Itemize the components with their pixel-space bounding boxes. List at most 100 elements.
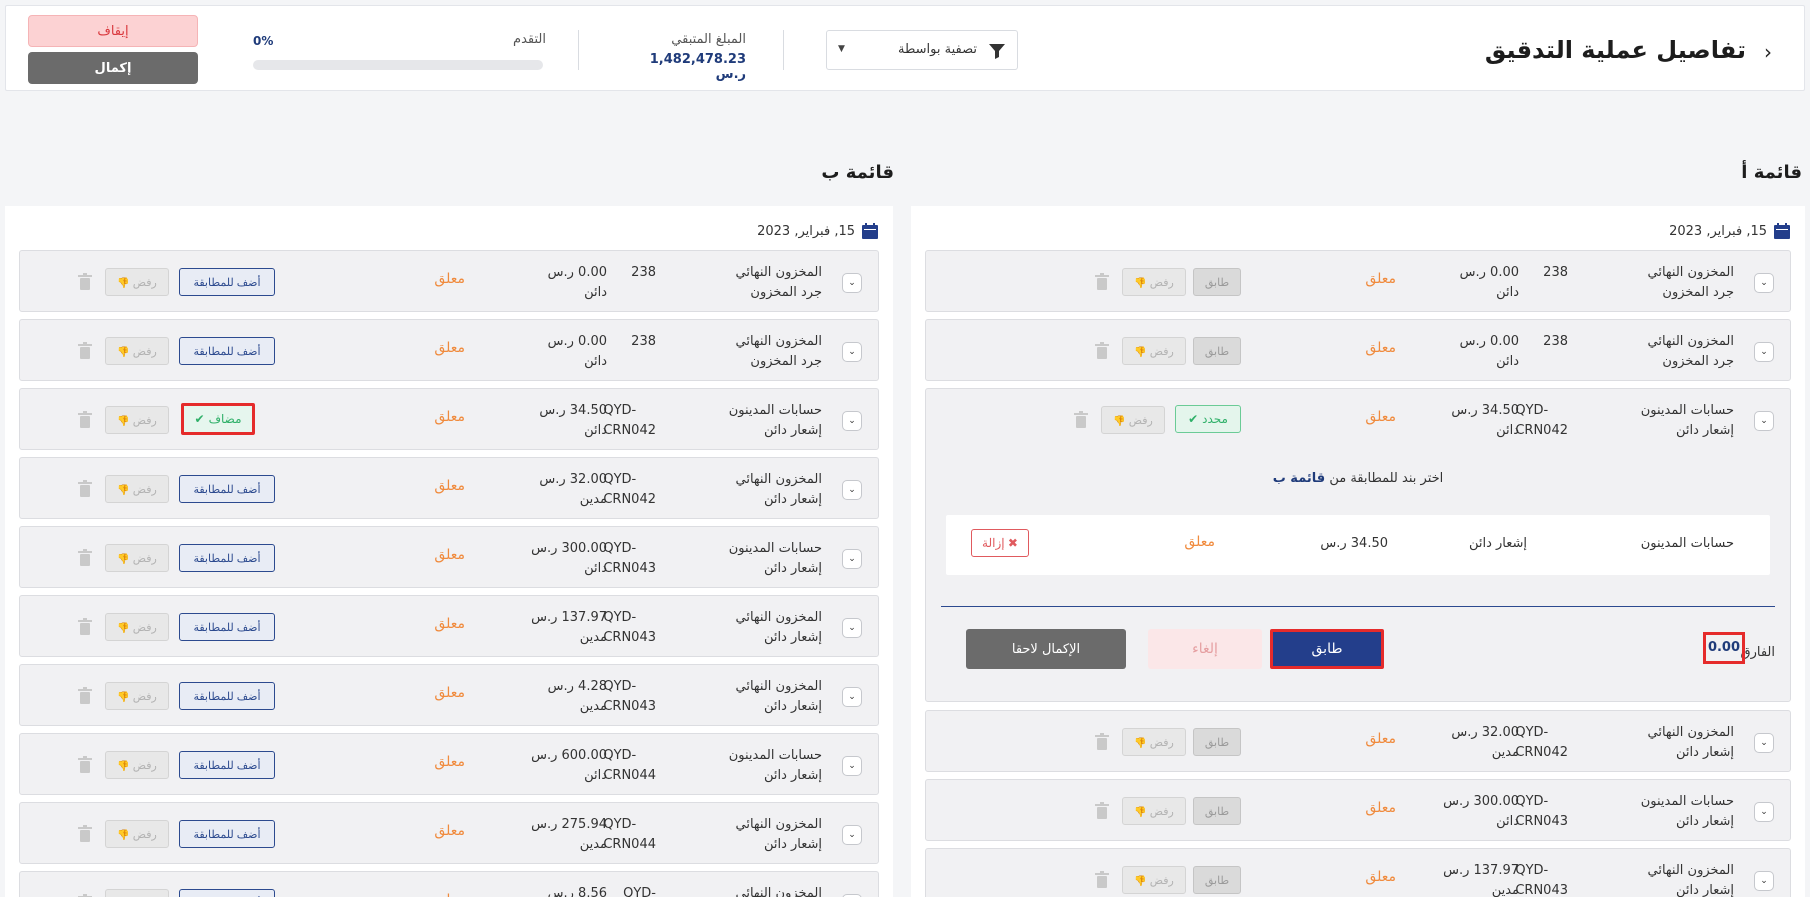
trash-icon[interactable] [1094,733,1110,751]
list-a-row: ⌄ المخزون النهائي جرد المخزون 238 0.00 ر.س دا… [925,319,1791,381]
match-button[interactable]: طابق [1193,268,1241,296]
reference-cell: 238 [1543,334,1568,349]
trash-icon[interactable] [1094,802,1110,820]
add-to-match-button[interactable]: أضف للمطابقة [179,544,275,572]
reference-cell: 238 [1543,265,1568,280]
expand-chevron-icon[interactable]: ⌄ [842,549,862,569]
amount-cell: 0.00 ر.س دائن [547,334,607,369]
expand-chevron-icon[interactable]: ⌄ [1754,871,1774,891]
reference-cell: QYD- CRN044 [603,748,656,783]
expand-chevron-icon[interactable]: ⌄ [842,342,862,362]
add-to-match-button[interactable]: أضف للمطابقة [179,820,275,848]
reject-button[interactable]: رفض 👎 [105,544,169,572]
trash-icon[interactable] [1094,871,1110,889]
expand-chevron-icon[interactable]: ⌄ [842,411,862,431]
add-to-match-button[interactable]: أضف للمطابقة [179,889,275,897]
thumbs-down-icon: 👎 [1134,806,1147,818]
list-b-row: ⌄ المخزون النهائي إشعار دائن QYD- CRN044 275.… [19,802,879,864]
expand-chevron-icon[interactable]: ⌄ [842,618,862,638]
matched-account: حسابات المدينون [1640,536,1734,551]
match-button[interactable]: طابق [1193,728,1241,756]
match-button[interactable]: طابق [1193,797,1241,825]
top-bar: ‹ تفاصيل عملية التدقيق تصفية بواسطة ▼ ال… [5,5,1805,91]
reject-button[interactable]: رفض 👎 [1122,268,1186,296]
check-icon: ✔ [1188,412,1199,426]
reject-button[interactable]: رفض 👎 [105,751,169,779]
account-cell: المخزون النهائيإشعار دائن [735,817,822,852]
status-badge: معلق [1365,800,1396,816]
expand-chevron-icon[interactable]: ⌄ [842,825,862,845]
expand-chevron-icon[interactable]: ⌄ [842,756,862,776]
expanded-row: ⌄ حسابات المدينون إشعار دائن QYD- CRN042 34.5… [925,388,1791,702]
amount-cell: 34.50 ر.س دائن [1451,403,1519,438]
add-to-match-button[interactable]: أضف للمطابقة [179,682,275,710]
reject-button[interactable]: رفض 👎 [1101,406,1165,434]
status-badge: معلق [434,409,465,425]
status-badge: معلق [1365,271,1396,287]
amount-cell: 32.00 ر.س مدين [539,472,607,507]
cancel-button[interactable]: إلغاء [1148,629,1262,669]
add-to-match-button[interactable]: أضف للمطابقة [179,268,275,296]
complete-button[interactable]: إكمال [28,52,198,84]
trash-icon[interactable] [77,618,93,636]
reject-button[interactable]: رفض 👎 [105,475,169,503]
status-badge: معلق [1365,731,1396,747]
trash-icon[interactable] [77,825,93,843]
trash-icon[interactable] [1073,411,1089,429]
add-to-match-button[interactable]: أضف للمطابقة [179,475,275,503]
match-button[interactable]: طابق [1193,866,1241,894]
reject-button[interactable]: رفض 👎 [105,337,169,365]
expand-chevron-icon[interactable]: ⌄ [842,480,862,500]
list-b-date-text: 15, فبراير, 2023 [757,223,855,239]
trash-icon[interactable] [77,411,93,429]
expand-chevron-icon[interactable]: ⌄ [1754,342,1774,362]
add-to-match-button[interactable]: أضف للمطابقة [179,613,275,641]
expand-chevron-icon[interactable]: ⌄ [842,687,862,707]
match-button[interactable]: طابق [1270,629,1384,669]
matched-amount: 34.50 ر.س [1320,536,1388,551]
remove-button[interactable]: ✖ إزالة [971,529,1029,557]
reject-button[interactable]: رفض 👎 [1122,797,1186,825]
reject-button[interactable]: رفض 👎 [105,406,169,434]
trash-icon[interactable] [1094,342,1110,360]
list-a-date: 15, فبراير, 2023 [1669,221,1791,241]
add-to-match-button[interactable]: أضف للمطابقة [179,337,275,365]
list-a-title: قائمة أ [1741,162,1802,183]
expand-chevron-icon[interactable]: ⌄ [1754,802,1774,822]
expand-chevron-icon[interactable]: ⌄ [1754,733,1774,753]
list-a-row: ⌄ المخزون النهائي إشعار دائن QYD- CRN042 32.0… [925,710,1791,772]
reject-button[interactable]: رفض 👎 [105,682,169,710]
status-badge: معلق [434,271,465,287]
expand-chevron-icon[interactable]: ⌄ [1754,273,1774,293]
reject-button[interactable]: رفض 👎 [1122,866,1186,894]
reject-button[interactable]: رفض 👎 [105,268,169,296]
expand-chevron-icon[interactable]: ⌄ [1754,411,1774,431]
trash-icon[interactable] [77,549,93,567]
complete-later-button[interactable]: الإكمال لاحقا [966,629,1126,669]
trash-icon[interactable] [77,342,93,360]
reject-button[interactable]: رفض 👎 [1122,337,1186,365]
added-badge[interactable]: مضاف ✔ [181,403,255,435]
thumbs-down-icon: 👎 [1134,346,1147,358]
add-to-match-button[interactable]: أضف للمطابقة [179,751,275,779]
trash-icon[interactable] [77,273,93,291]
amount-cell: 137.97 ر.س مدين [531,610,607,645]
expand-chevron-icon[interactable]: ⌄ [842,273,862,293]
stop-button[interactable]: إيقاف [28,15,198,47]
reject-button[interactable]: رفض 👎 [105,820,169,848]
filter-dropdown[interactable]: تصفية بواسطة ▼ [826,30,1018,70]
calendar-icon [1774,223,1790,239]
reject-button[interactable]: رفض 👎 [1122,728,1186,756]
thumbs-down-icon: 👎 [1134,277,1147,289]
trash-icon[interactable] [77,687,93,705]
trash-icon[interactable] [77,480,93,498]
match-button[interactable]: طابق [1193,337,1241,365]
trash-icon[interactable] [1094,273,1110,291]
status-badge: معلق [1365,869,1396,885]
reject-button[interactable]: رفض 👎 [105,613,169,641]
list-a-date-text: 15, فبراير, 2023 [1669,223,1767,239]
amount-cell: 32.00 ر.س مدين [1451,725,1519,760]
trash-icon[interactable] [77,756,93,774]
reject-button[interactable]: رفض 👎 [105,889,169,897]
back-chevron-icon[interactable]: ‹ [1764,40,1772,64]
